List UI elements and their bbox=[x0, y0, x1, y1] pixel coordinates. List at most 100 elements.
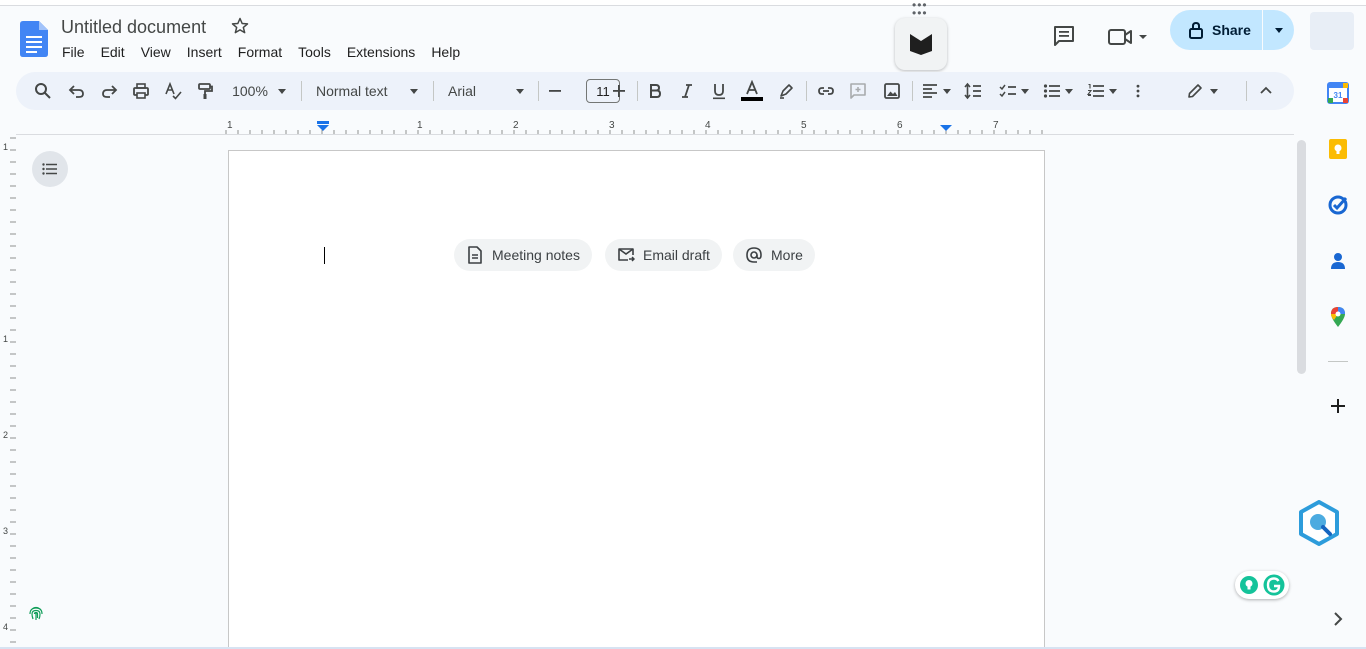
chevron-down-icon bbox=[277, 88, 286, 94]
font-select[interactable]: Arial bbox=[448, 80, 524, 102]
ruler-label: 5 bbox=[801, 120, 807, 131]
ruler-label: 1 bbox=[227, 120, 233, 131]
menu-format[interactable]: Format bbox=[230, 43, 290, 61]
calendar-icon[interactable]: 31 bbox=[1327, 82, 1349, 104]
text-color-icon bbox=[741, 80, 763, 101]
more-chip[interactable]: More bbox=[733, 239, 815, 271]
underline-button[interactable] bbox=[710, 80, 728, 102]
add-icon[interactable] bbox=[1327, 395, 1349, 417]
insert-link-button[interactable] bbox=[816, 80, 836, 102]
redo-button[interactable] bbox=[98, 80, 120, 102]
meet-icon[interactable] bbox=[1107, 25, 1147, 49]
italic-icon bbox=[682, 84, 692, 98]
toolbar: 100% Normal text Arial 11 bbox=[16, 72, 1294, 110]
minus-icon bbox=[549, 90, 561, 92]
more-options-button[interactable] bbox=[1130, 80, 1146, 102]
insert-image-button[interactable] bbox=[882, 80, 902, 102]
horizontal-ruler[interactable]: 1 1 2 3 4 5 6 7 bbox=[222, 118, 1046, 134]
ruler-label: 1 bbox=[417, 120, 423, 131]
align-button[interactable] bbox=[920, 80, 952, 102]
chevron-down-icon bbox=[410, 88, 418, 94]
document-icon bbox=[468, 246, 482, 264]
ruler-label: 2 bbox=[3, 430, 8, 440]
add-comment-icon bbox=[850, 83, 866, 99]
drag-handle-icon[interactable]: ••• ••• bbox=[912, 0, 928, 19]
chip-label: Meeting notes bbox=[492, 247, 580, 263]
numbered-list-icon bbox=[1087, 83, 1104, 97]
side-panel: 31 bbox=[1310, 70, 1366, 649]
vertical-ruler[interactable]: 1 1 2 3 4 bbox=[0, 134, 16, 649]
checklist-button[interactable] bbox=[996, 80, 1032, 102]
keep-icon[interactable] bbox=[1327, 138, 1349, 160]
bold-button[interactable] bbox=[646, 80, 664, 102]
toolbar-divider bbox=[538, 81, 539, 101]
chip-label: Email draft bbox=[643, 247, 710, 263]
left-indent-marker[interactable] bbox=[317, 121, 329, 131]
line-spacing-icon bbox=[964, 82, 981, 100]
meeting-notes-chip[interactable]: Meeting notes bbox=[454, 239, 592, 271]
menu-tools[interactable]: Tools bbox=[290, 43, 339, 61]
maps-icon[interactable] bbox=[1327, 306, 1349, 328]
toolbar-divider bbox=[912, 81, 913, 101]
document-title[interactable]: Untitled document bbox=[61, 17, 206, 38]
numbered-list-button[interactable] bbox=[1084, 80, 1120, 102]
tasks-icon[interactable] bbox=[1327, 194, 1349, 216]
fingerprint-icon[interactable] bbox=[27, 604, 45, 622]
toolbar-divider bbox=[433, 81, 434, 101]
extension-button[interactable] bbox=[895, 18, 947, 70]
highlight-color-button[interactable] bbox=[776, 80, 796, 102]
checklist-icon bbox=[999, 84, 1016, 98]
comments-icon[interactable] bbox=[1052, 24, 1076, 48]
zoom-select[interactable]: 100% bbox=[228, 80, 290, 102]
print-icon bbox=[133, 83, 149, 99]
undo-icon bbox=[68, 85, 84, 98]
print-button[interactable] bbox=[130, 80, 152, 102]
scrollbar[interactable] bbox=[1297, 140, 1306, 374]
line-spacing-button[interactable] bbox=[962, 80, 984, 102]
share-button[interactable]: Share bbox=[1170, 10, 1262, 50]
lens-extension-icon[interactable] bbox=[1296, 500, 1342, 546]
share-label: Share bbox=[1212, 22, 1251, 38]
account-avatar[interactable] bbox=[1310, 12, 1354, 50]
bulleted-list-button[interactable] bbox=[1040, 80, 1076, 102]
spellcheck-button[interactable] bbox=[162, 80, 184, 102]
paragraph-style-value: Normal text bbox=[316, 83, 388, 99]
star-icon[interactable] bbox=[230, 16, 250, 36]
lock-icon bbox=[1189, 21, 1203, 39]
undo-button[interactable] bbox=[66, 80, 88, 102]
text-color-button[interactable] bbox=[740, 80, 764, 102]
email-draft-chip[interactable]: Email draft bbox=[605, 239, 722, 271]
paint-format-button[interactable] bbox=[194, 80, 216, 102]
chevron-down-icon bbox=[943, 88, 951, 94]
hide-menus-button[interactable] bbox=[1256, 80, 1276, 102]
increase-font-size-button[interactable] bbox=[610, 80, 628, 102]
ruler-label: 6 bbox=[897, 120, 903, 131]
menu-edit[interactable]: Edit bbox=[93, 43, 133, 61]
paragraph-style-select[interactable]: Normal text bbox=[316, 80, 418, 102]
document-outline-button[interactable] bbox=[32, 151, 68, 187]
right-indent-marker[interactable] bbox=[940, 125, 952, 131]
editing-mode-button[interactable] bbox=[1184, 80, 1220, 102]
menu-help[interactable]: Help bbox=[423, 43, 468, 61]
ruler-label: 3 bbox=[3, 526, 8, 536]
email-icon bbox=[618, 248, 635, 262]
grammarly-widget[interactable] bbox=[1235, 571, 1289, 599]
chevron-right-icon[interactable] bbox=[1327, 608, 1349, 630]
link-icon bbox=[818, 87, 834, 95]
outline-list-icon bbox=[42, 163, 57, 175]
insert-comment-button[interactable] bbox=[848, 80, 868, 102]
contacts-icon[interactable] bbox=[1327, 250, 1349, 272]
menu-insert[interactable]: Insert bbox=[179, 43, 230, 61]
menu-view[interactable]: View bbox=[133, 43, 179, 61]
docs-logo-icon[interactable] bbox=[20, 21, 48, 57]
search-icon bbox=[35, 83, 51, 99]
menu-file[interactable]: File bbox=[54, 43, 93, 61]
menu-extensions[interactable]: Extensions bbox=[339, 43, 423, 61]
chevron-down-icon bbox=[1210, 88, 1218, 94]
document-page[interactable] bbox=[228, 150, 1045, 649]
image-icon bbox=[884, 83, 900, 99]
decrease-font-size-button[interactable] bbox=[546, 80, 564, 102]
search-menus-button[interactable] bbox=[32, 80, 54, 102]
ruler-label: 4 bbox=[705, 120, 711, 131]
italic-button[interactable] bbox=[678, 80, 696, 102]
